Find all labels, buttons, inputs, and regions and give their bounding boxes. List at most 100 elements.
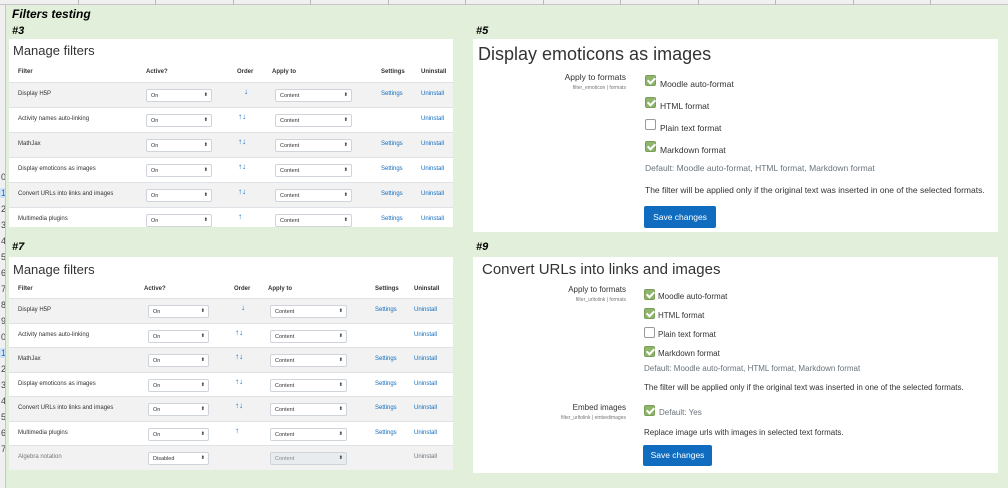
active-select[interactable]: On ⬍ (146, 164, 212, 177)
active-select-value: On (153, 407, 161, 413)
uninstall-link[interactable]: Uninstall (421, 141, 444, 147)
apply-to-select[interactable]: Content ⬍ (270, 428, 347, 441)
uninstall-link[interactable]: Uninstall (414, 454, 437, 460)
active-select[interactable]: On ⬍ (148, 354, 209, 367)
row-number[interactable]: 9 (0, 316, 5, 326)
apply-to-select[interactable]: Content ⬍ (270, 379, 347, 392)
order-arrows[interactable]: ↓ (244, 87, 248, 96)
apply-to-select[interactable]: Content ⬍ (270, 330, 347, 343)
row-number[interactable]: 0 (0, 332, 5, 342)
chevron-updown-icon: ⬍ (203, 192, 208, 198)
apply-to-select[interactable]: Content ⬍ (275, 114, 352, 127)
uninstall-link[interactable]: Uninstall (421, 191, 444, 197)
header-active: Active? (146, 69, 168, 75)
uninstall-link[interactable]: Uninstall (421, 166, 444, 172)
uninstall-link[interactable]: Uninstall (414, 430, 437, 436)
checkbox-html[interactable] (644, 308, 655, 319)
uninstall-link[interactable]: Uninstall (414, 405, 437, 411)
row-number[interactable]: 4 (0, 396, 5, 406)
active-select[interactable]: On ⬍ (148, 305, 209, 318)
settings-link[interactable]: Settings (381, 91, 403, 97)
settings-link[interactable]: Settings (375, 430, 397, 436)
row-number[interactable]: 4 (0, 236, 5, 246)
save-changes-button[interactable]: Save changes (644, 206, 716, 228)
order-arrows[interactable]: ↑↓ (238, 112, 246, 121)
order-arrows[interactable]: ↑↓ (238, 187, 246, 196)
row-number[interactable]: 3 (0, 220, 5, 230)
row-number[interactable]: 7 (0, 444, 5, 454)
table-row: Display emoticons as images On ⬍ ↑↓ Conte… (9, 157, 453, 182)
settings-link[interactable]: Settings (381, 191, 403, 197)
uninstall-link[interactable]: Uninstall (414, 307, 437, 313)
row-number[interactable]: 5 (0, 252, 5, 262)
checkbox-markdown[interactable] (645, 141, 656, 152)
row-number[interactable]: 2 (0, 364, 5, 374)
apply-to-select[interactable]: Content ⬍ (270, 305, 347, 318)
active-select[interactable]: On ⬍ (148, 330, 209, 343)
checkbox-embed-images[interactable] (644, 405, 655, 416)
row-number[interactable]: 5 (0, 412, 5, 422)
uninstall-link[interactable]: Uninstall (421, 116, 444, 122)
settings-link[interactable]: Settings (375, 381, 397, 387)
row-number[interactable]: 8 (0, 300, 5, 310)
order-arrows[interactable]: ↑↓ (235, 328, 243, 337)
settings-link[interactable]: Settings (381, 141, 403, 147)
active-select[interactable]: On ⬍ (146, 89, 212, 102)
active-select[interactable]: On ⬍ (146, 189, 212, 202)
apply-to-select[interactable]: Content ⬍ (275, 164, 352, 177)
checkbox-moodle-auto[interactable] (644, 289, 655, 300)
settings-link[interactable]: Settings (375, 307, 397, 313)
order-arrows[interactable]: ↓ (241, 303, 245, 312)
filter-name: MathJax (18, 141, 41, 147)
checkbox-markdown[interactable] (644, 346, 655, 357)
apply-to-select[interactable]: Content ⬍ (270, 354, 347, 367)
apply-to-select[interactable]: Content ⬍ (270, 403, 347, 416)
row-number[interactable]: 1 (0, 188, 5, 198)
row-number[interactable]: 2 (0, 204, 5, 214)
settings-link[interactable]: Settings (381, 216, 403, 222)
uninstall-link[interactable]: Uninstall (414, 356, 437, 362)
active-select[interactable]: On ⬍ (148, 379, 209, 392)
active-select[interactable]: On ⬍ (148, 403, 209, 416)
apply-to-select[interactable]: Content ⬍ (275, 189, 352, 202)
chevron-updown-icon: ⬍ (338, 382, 343, 388)
order-arrows[interactable]: ↑ (235, 426, 239, 435)
checkbox-moodle-auto[interactable] (645, 75, 656, 86)
apply-to-select[interactable]: Content ⬍ (275, 89, 352, 102)
row-number[interactable]: 0 (0, 172, 5, 182)
checkbox-plain-text[interactable] (645, 119, 656, 130)
apply-to-select[interactable]: Content ⬍ (275, 139, 352, 152)
order-arrows[interactable]: ↑↓ (238, 137, 246, 146)
header-active: Active? (144, 286, 166, 292)
row-number[interactable]: 3 (0, 380, 5, 390)
uninstall-link[interactable]: Uninstall (414, 381, 437, 387)
apply-to-select[interactable]: Content ⬍ (275, 214, 352, 227)
uninstall-link[interactable]: Uninstall (414, 332, 437, 338)
settings-link[interactable]: Settings (375, 405, 397, 411)
order-arrows[interactable]: ↑↓ (235, 377, 243, 386)
order-arrows[interactable]: ↑ (238, 212, 242, 221)
checkbox-plain-text[interactable] (644, 327, 655, 338)
settings-link[interactable]: Settings (375, 356, 397, 362)
filter-name: Convert URLs into links and images (18, 191, 114, 197)
checkbox-html[interactable] (645, 97, 656, 108)
order-arrows[interactable]: ↑↓ (235, 401, 243, 410)
row-number[interactable]: 1 (0, 348, 5, 358)
order-arrows[interactable]: ↑↓ (235, 352, 243, 361)
order-arrows[interactable]: ↑↓ (238, 162, 246, 171)
active-select[interactable]: On ⬍ (146, 214, 212, 227)
uninstall-link[interactable]: Uninstall (421, 216, 444, 222)
row-number[interactable]: 7 (0, 284, 5, 294)
settings-link[interactable]: Settings (381, 166, 403, 172)
uninstall-link[interactable]: Uninstall (421, 91, 444, 97)
row-number[interactable]: 6 (0, 268, 5, 278)
filter-name: Activity names auto-linking (18, 332, 90, 338)
active-select[interactable]: Disabled ⬍ (148, 452, 209, 465)
row-number[interactable]: 6 (0, 428, 5, 438)
header-order: Order (234, 286, 251, 292)
active-select[interactable]: On ⬍ (146, 139, 212, 152)
save-changes-button[interactable]: Save changes (643, 445, 712, 466)
active-select[interactable]: On ⬍ (148, 428, 209, 441)
active-select[interactable]: On ⬍ (146, 114, 212, 127)
table-row: MathJax On ⬍ ↑↓ Content ⬍ Settings Uninsta… (9, 132, 453, 157)
